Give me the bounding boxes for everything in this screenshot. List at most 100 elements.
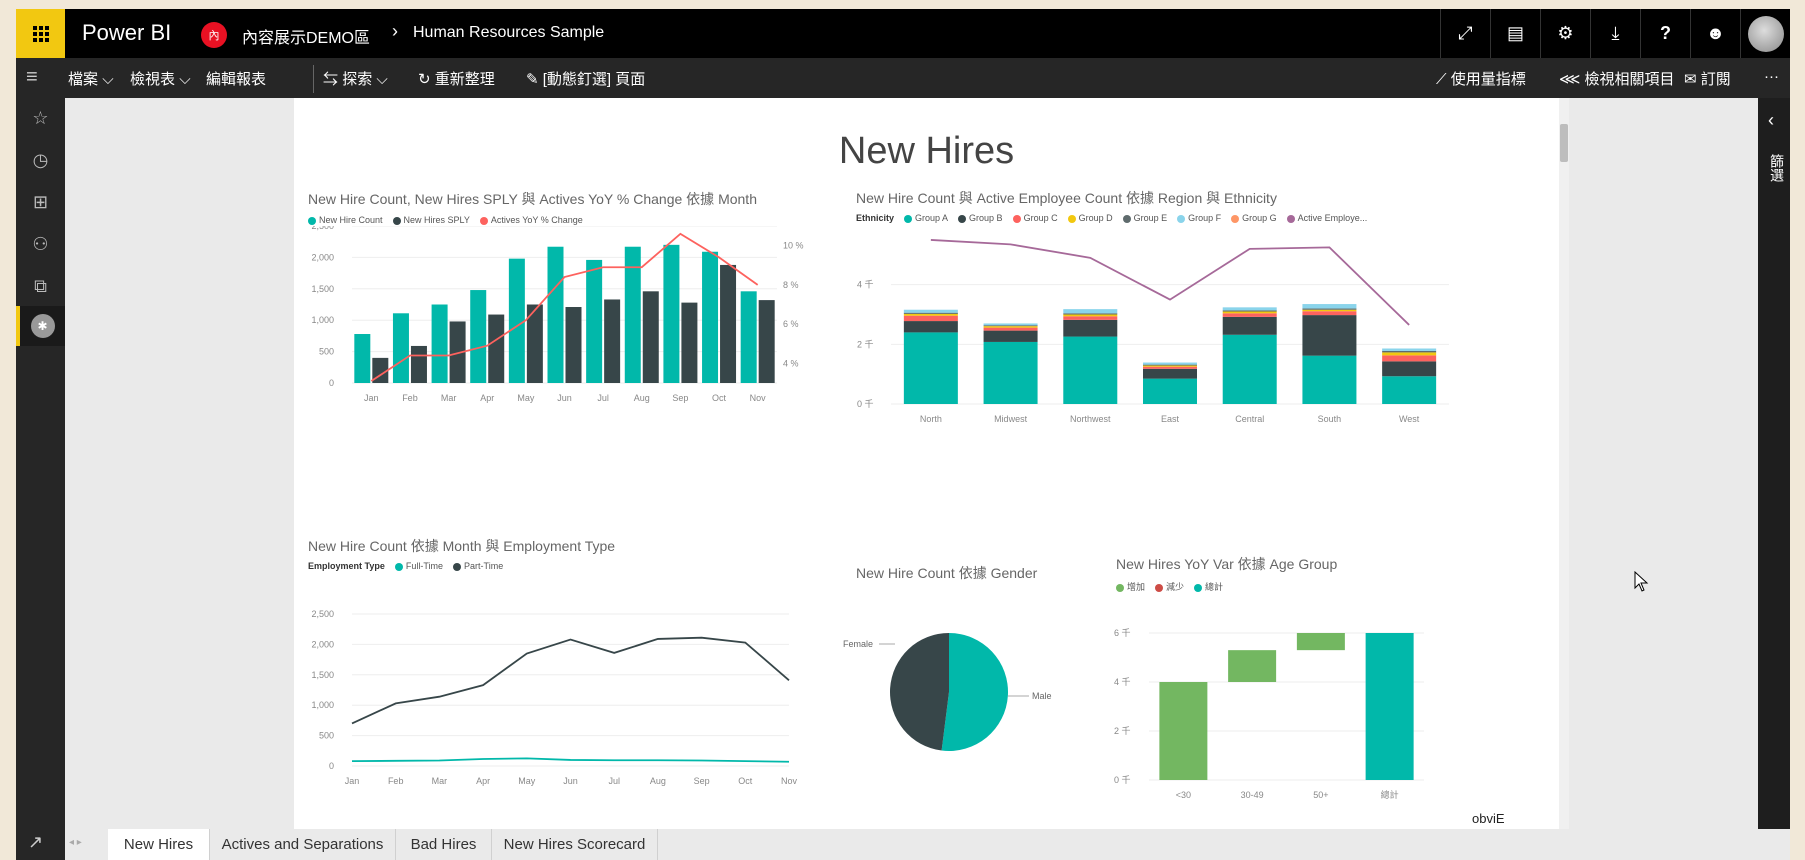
file-menu[interactable]: 檔案 ⌵ <box>68 68 114 89</box>
stacked-bar-segment <box>903 321 958 333</box>
explore-icon: ⇆ <box>323 71 339 88</box>
legend-item[interactable]: Group F <box>1177 213 1221 223</box>
visual3-chart[interactable]: 0 500 1,000 1,500 2,000 2,500 Jan Feb Mar Apr May J… <box>294 570 824 810</box>
y-tick-label: 2,500 <box>311 609 334 619</box>
usage-metrics-button[interactable]: ⟋ 使用量指標 <box>1436 68 1526 89</box>
legend-item[interactable]: Group G <box>1231 213 1277 223</box>
legend-item[interactable]: Group E <box>1122 213 1167 223</box>
x-tick-label: Jul <box>608 776 620 786</box>
legend-item[interactable]: Group A <box>904 213 948 223</box>
workspaces-icon[interactable]: ⧉ <box>16 266 65 306</box>
filters-label[interactable]: 篩選 <box>1767 154 1787 182</box>
legend-marker <box>958 214 967 223</box>
edit-report-button[interactable]: 編輯報表 <box>206 68 266 89</box>
page-scrollbar[interactable] <box>1559 98 1569 829</box>
legend-item[interactable]: Actives YoY % Change <box>479 215 583 225</box>
x-tick-label: Jun <box>563 776 578 786</box>
account-button[interactable] <box>1740 9 1790 58</box>
report-toolbar: ≡ 檔案 ⌵ 檢視表 ⌵ 編輯報表 ⇆ 探索 ⌵ ↻ 重新整理 ✎ [動態釘選]… <box>16 58 1790 98</box>
expand-icon: ⤢ <box>1458 23 1473 43</box>
chart-line-icon: ⟋ <box>1436 71 1447 88</box>
bar-new-hire-count <box>702 251 719 383</box>
tab-new-hires-scorecard[interactable]: New Hires Scorecard <box>492 829 658 860</box>
explore-menu[interactable]: ⇆ 探索 ⌵ <box>323 68 388 89</box>
breadcrumb-workspace[interactable]: 內容展示DEMO區 <box>242 24 370 48</box>
bar-new-hire-count <box>392 313 409 383</box>
watermark: obviE <box>1472 811 1505 826</box>
shared-icon[interactable]: ⚇ <box>16 224 65 264</box>
stacked-bar-segment <box>1302 309 1357 312</box>
smiley-icon: ☻ <box>1706 23 1725 43</box>
visual3-title: New Hire Count 依據 Month 與 Employment Typ… <box>308 538 616 554</box>
subscribe-button[interactable]: ✉ 訂閱 <box>1684 68 1731 89</box>
y2-tick-label: 8 % <box>783 280 799 290</box>
stacked-bar-segment <box>1143 368 1197 379</box>
legend-item[interactable]: Group C <box>1012 213 1058 223</box>
x-tick-label: Jul <box>597 393 609 403</box>
x-tick-label: Jan <box>364 393 379 403</box>
more-options-button[interactable]: ··· <box>1764 68 1779 85</box>
y-tick-label: 2 千 <box>1114 726 1131 736</box>
report-page: New Hires New Hire Count, New Hires SPLY… <box>294 98 1569 829</box>
bar-new-hire-count <box>740 291 757 383</box>
x-tick-label: 總計 <box>1381 789 1399 800</box>
bar-new-hires-sply <box>604 299 621 383</box>
legend-item[interactable]: Group B <box>958 213 1003 223</box>
tab-bad-hires[interactable]: Bad Hires <box>396 829 492 860</box>
stacked-bar-segment <box>1063 313 1118 315</box>
y2-tick-label: 4 % <box>783 358 799 368</box>
tab-actives-separations[interactable]: Actives and Separations <box>210 829 396 860</box>
visual5-chart[interactable]: 0 千 2 千 4 千 6 千 <30 30-49 50+ 總計 <box>1094 588 1454 818</box>
settings-button[interactable]: ⚙ <box>1540 9 1590 58</box>
collapse-icon[interactable]: ‹ <box>1768 110 1774 131</box>
page-scrollbar-thumb[interactable] <box>1560 124 1568 162</box>
breadcrumb-report[interactable]: Human Resources Sample <box>413 24 604 42</box>
y-tick-label: 0 <box>329 378 334 388</box>
view-related-button[interactable]: ⋘ 檢視相關項目 <box>1559 68 1675 89</box>
comment-button[interactable]: ▤ <box>1490 9 1540 58</box>
bar-new-hires-sply <box>410 345 427 383</box>
x-tick-label: Midwest <box>994 414 1028 424</box>
feedback-button[interactable]: ☻ <box>1690 9 1740 58</box>
pie-slice-female <box>889 633 949 751</box>
help-button[interactable]: ? <box>1640 9 1690 58</box>
download-icon: ⤓ <box>1611 23 1620 43</box>
favorites-icon[interactable]: ☆ <box>16 98 65 138</box>
page-tabs: ◂ ▸ New Hires Actives and Separations Ba… <box>65 829 1758 860</box>
current-workspace-icon[interactable]: ✱ <box>16 306 65 346</box>
app-launcher-button[interactable] <box>16 9 65 58</box>
expand-nav-icon[interactable]: ↗ <box>28 832 43 853</box>
pin-live-page-button[interactable]: ✎ [動態釘選] 頁面 <box>526 68 645 89</box>
recent-icon[interactable]: ◷ <box>16 140 65 180</box>
y-tick-label: 4 千 <box>1114 677 1131 687</box>
hamburger-icon[interactable]: ≡ <box>26 66 38 89</box>
legend-item[interactable]: New Hire Count <box>308 215 383 225</box>
fullscreen-button[interactable]: ⤢ <box>1440 9 1490 58</box>
tab-scroll-arrows-icon[interactable]: ◂ ▸ <box>69 837 82 848</box>
filters-pane[interactable]: ‹ 篩選 <box>1758 98 1790 829</box>
stacked-bar-segment <box>1382 361 1437 377</box>
legend-item[interactable]: New Hires SPLY <box>392 215 470 225</box>
y-tick-label: 2,000 <box>311 639 334 649</box>
stacked-bar-segment <box>1382 352 1437 356</box>
legend-item[interactable]: Active Employe... <box>1286 213 1367 223</box>
apps-icon[interactable]: ⊞ <box>16 182 65 222</box>
visual1-chart[interactable]: 0 500 1,000 1,500 2,000 2,500 4 % 6 % 8 % 10 % Jan… <box>294 226 824 466</box>
visual4-chart[interactable]: Male Female <box>839 598 1099 798</box>
waffle-icon <box>32 25 49 42</box>
legend-marker <box>1122 214 1131 223</box>
legend-marker <box>308 216 316 225</box>
tab-new-hires[interactable]: New Hires <box>108 829 210 860</box>
visual2-chart[interactable]: 0 千 2 千 4 千 North Midwest Northwest East Centra… <box>839 223 1559 463</box>
legend-marker <box>1177 214 1186 223</box>
brand-name[interactable]: Power BI <box>82 20 171 46</box>
y-tick-label: 1,500 <box>311 670 334 680</box>
stacked-bar-segment <box>1222 334 1277 404</box>
download-button[interactable]: ⤓ <box>1590 9 1640 58</box>
x-tick-label: Aug <box>634 393 650 403</box>
x-tick-label: Nov <box>750 393 767 403</box>
view-menu[interactable]: 檢視表 ⌵ <box>130 68 191 89</box>
x-tick-label: Jun <box>557 393 572 403</box>
legend-item[interactable]: Group D <box>1067 213 1113 223</box>
refresh-button[interactable]: ↻ 重新整理 <box>418 68 495 89</box>
